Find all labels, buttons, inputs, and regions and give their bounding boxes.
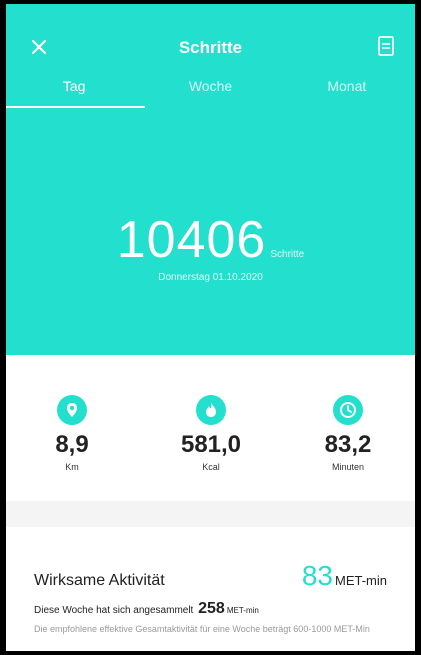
step-count-value: 10406 <box>116 211 267 269</box>
tab-week[interactable]: Woche <box>142 72 278 108</box>
step-count-unit: Schritte <box>270 249 305 260</box>
flame-icon <box>196 395 226 425</box>
stat-calories: 581,0 Kcal <box>151 395 271 472</box>
duration-label: Minuten <box>331 462 365 472</box>
activity-value: 83 MET-min <box>302 560 387 592</box>
period-tabs: Tag Woche Monat <box>6 72 415 108</box>
activity-recommendation: Die empfohlene effektive Gesamtaktivität… <box>34 624 370 634</box>
page-title: Schritte <box>178 38 243 57</box>
activity-title: Wirksame Aktivität <box>34 572 165 589</box>
activity-value-number: 83 <box>301 560 333 591</box>
app-screen: Schritte Tag Woche Monat 10406 Schritte D… <box>6 4 415 651</box>
clock-icon <box>333 395 363 425</box>
activity-value-unit: MET-min <box>335 573 387 588</box>
document-icon <box>378 36 394 56</box>
location-pin-icon <box>57 395 87 425</box>
weekly-accumulated-text: Diese Woche hat sich angesammelt <box>34 605 194 616</box>
weekly-accumulated: Diese Woche hat sich angesammelt 258 MET-… <box>34 600 259 618</box>
weekly-accumulated-unit: MET-min <box>226 606 259 615</box>
steps-header: Schritte Tag Woche Monat 10406 Schritte D… <box>6 4 415 355</box>
calories-value: 581,0 <box>180 431 242 458</box>
duration-value: 83,2 <box>324 431 372 458</box>
calories-label: Kcal <box>202 462 220 472</box>
tab-day[interactable]: Tag <box>6 72 146 108</box>
step-date: Donnerstag 01.10.2020 <box>158 272 263 283</box>
tab-month[interactable]: Monat <box>279 72 415 108</box>
distance-label: Km <box>65 462 79 472</box>
weekly-accumulated-value: 258 <box>198 600 225 617</box>
effective-activity-card[interactable]: Wirksame Aktivität 83 MET-min Diese Woche… <box>6 527 415 651</box>
step-count: 10406 Schritte <box>6 210 415 270</box>
stat-distance: 8,9 Km <box>12 395 132 472</box>
document-button[interactable] <box>371 31 401 61</box>
stats-panel: 8,9 Km 581,0 Kcal 83,2 Minuten <box>6 355 415 501</box>
distance-value: 8,9 <box>55 431 89 458</box>
stat-duration: 83,2 Minuten <box>288 395 408 472</box>
